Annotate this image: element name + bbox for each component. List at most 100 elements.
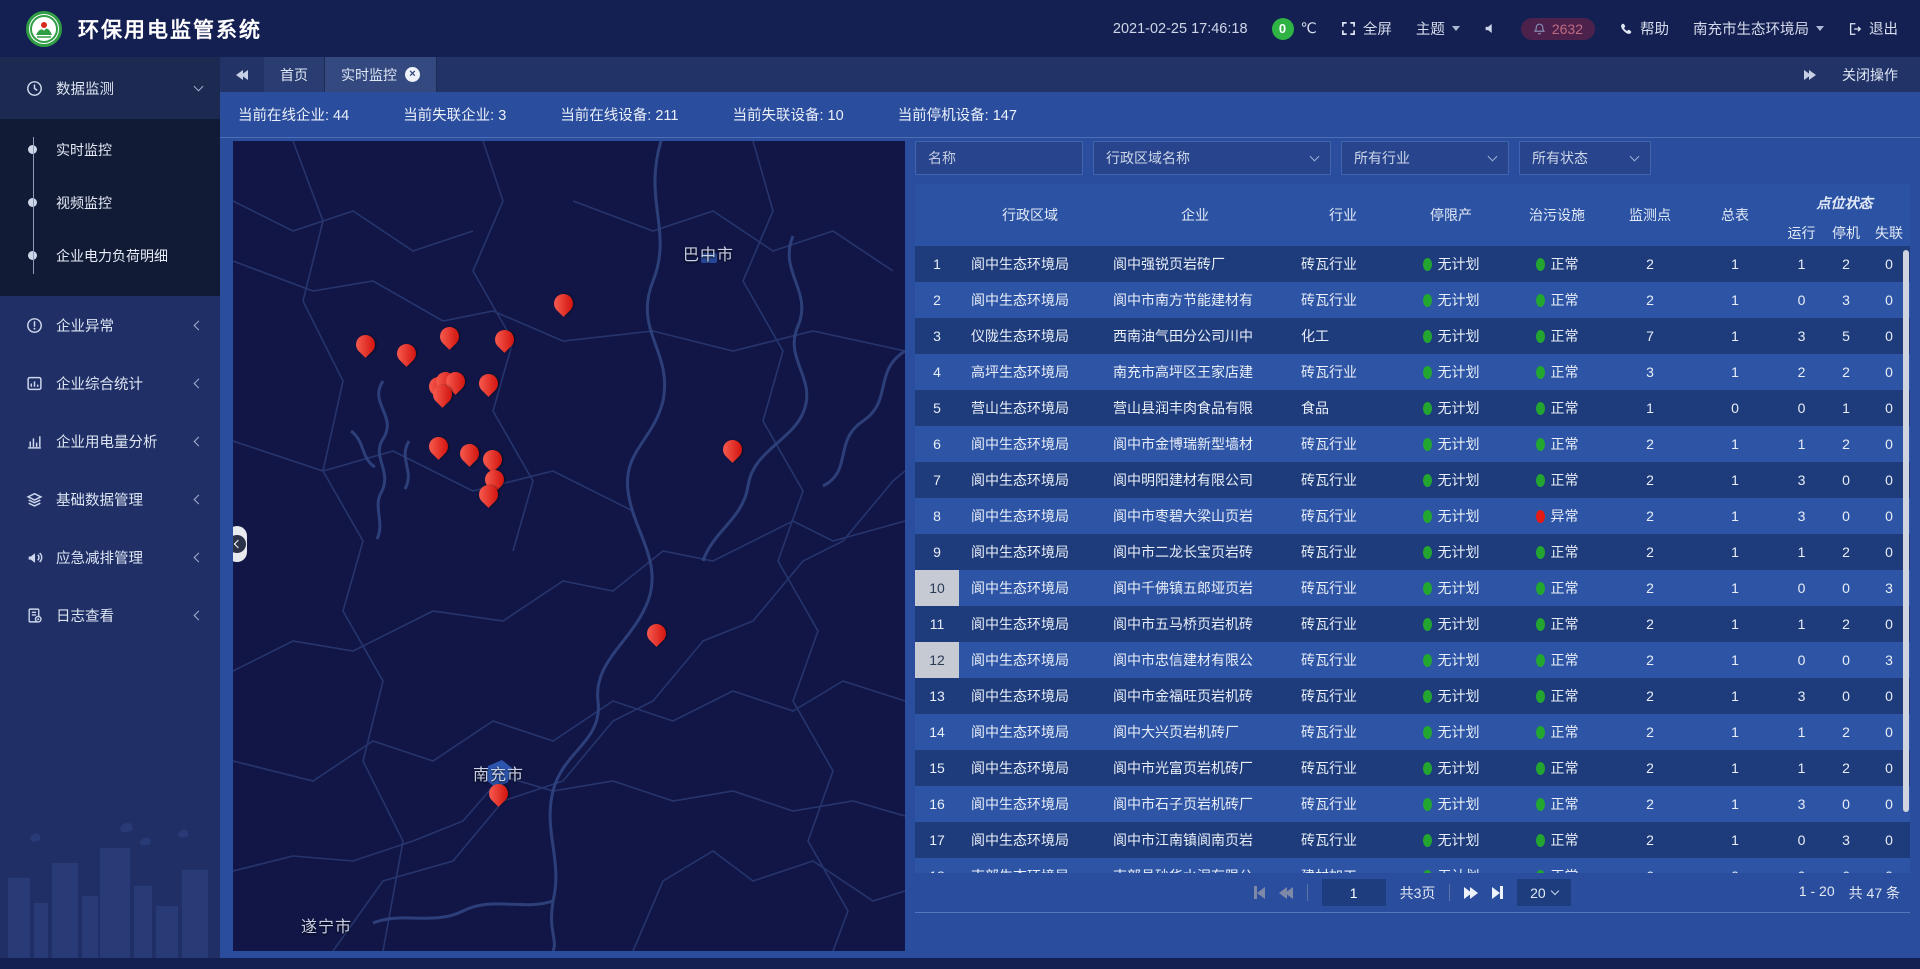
- table-row[interactable]: 1阆中生态环境局阆中强锐页岩砖厂砖瓦行业无计划正常21120: [915, 246, 1910, 282]
- mute-button[interactable]: [1484, 22, 1497, 35]
- help-button[interactable]: 帮助: [1619, 18, 1669, 39]
- status-dot-icon: [1536, 510, 1545, 523]
- logout-button[interactable]: 退出: [1848, 18, 1898, 39]
- cell-region: 阆中生态环境局: [959, 534, 1101, 570]
- region-filter-select[interactable]: 行政区域名称: [1093, 141, 1331, 175]
- double-chevron-left-icon: [241, 70, 248, 80]
- double-chevron-right-icon: [1809, 70, 1816, 80]
- tab-close-icon[interactable]: ×: [405, 67, 420, 82]
- table-row[interactable]: 16阆中生态环境局阆中市石子页岩机砖厂砖瓦行业无计划正常21300: [915, 786, 1910, 822]
- sidebar-item-stats[interactable]: 企业综合统计: [0, 354, 220, 412]
- row-index: 16: [915, 786, 959, 822]
- cell-total-meters: 0: [1691, 858, 1779, 873]
- fullscreen-button[interactable]: 全屏: [1341, 18, 1392, 39]
- cell-industry: 砖瓦行业: [1289, 498, 1397, 534]
- chevron-down-icon: [1310, 152, 1320, 162]
- previous-page-button[interactable]: [1279, 887, 1293, 899]
- page-number-input[interactable]: [1322, 879, 1386, 906]
- table-row[interactable]: 8阆中生态环境局阆中市枣碧大梁山页岩砖瓦行业无计划异常21300: [915, 498, 1910, 534]
- theme-dropdown[interactable]: 主题: [1416, 18, 1460, 39]
- gauge-icon: [26, 80, 43, 97]
- cell-region: 阆中生态环境局: [959, 750, 1101, 786]
- sidebar-item-megaphone[interactable]: 应急减排管理: [0, 528, 220, 586]
- map-panel[interactable]: 巴中市南充市遂宁市: [233, 141, 905, 951]
- status-dot-icon: [1423, 582, 1432, 595]
- last-page-button[interactable]: [1492, 886, 1503, 899]
- alert-icon: [26, 317, 43, 334]
- status-filter-select[interactable]: 所有状态: [1519, 141, 1651, 175]
- cell-total-meters: 1: [1691, 534, 1779, 570]
- table-row[interactable]: 12阆中生态环境局阆中市忠信建材有限公砖瓦行业无计划正常21003: [915, 642, 1910, 678]
- notification-counter[interactable]: 2632: [1521, 18, 1595, 40]
- tabs-scroll-right-button[interactable]: [1804, 70, 1816, 80]
- table-row[interactable]: 17阆中生态环境局阆中市江南镇阆南页岩砖瓦行业无计划正常21030: [915, 822, 1910, 858]
- org-dropdown[interactable]: 南充市生态环境局: [1693, 18, 1824, 39]
- cell-industry: 食品: [1289, 390, 1397, 426]
- cell-region: 阆中生态环境局: [959, 246, 1101, 282]
- tabs-scroll-left-button[interactable]: [220, 57, 264, 92]
- tab-home[interactable]: 首页: [264, 57, 325, 92]
- table-row[interactable]: 7阆中生态环境局阆中明阳建材有限公司砖瓦行业无计划正常21300: [915, 462, 1910, 498]
- sidebar-item-label: 企业综合统计: [56, 373, 182, 394]
- sidebar-item-log[interactable]: 日志查看: [0, 586, 220, 644]
- table-row[interactable]: 13阆中生态环境局阆中市金福旺页岩机砖砖瓦行业无计划正常21300: [915, 678, 1910, 714]
- cell-limit-status: 无计划: [1397, 642, 1505, 678]
- first-page-button[interactable]: [1254, 886, 1265, 899]
- cell-monitor-points: 1: [1609, 390, 1691, 426]
- next-page-button[interactable]: [1464, 887, 1478, 899]
- cell-monitor-points: 2: [1609, 426, 1691, 462]
- chevron-left-icon: [194, 610, 204, 620]
- table-row[interactable]: 9阆中生态环境局阆中市二龙长宝页岩砖砖瓦行业无计划正常21120: [915, 534, 1910, 570]
- name-filter-field[interactable]: [915, 141, 1083, 175]
- row-index: 8: [915, 498, 959, 534]
- chevron-down-icon: [1816, 26, 1824, 35]
- table-row[interactable]: 2阆中生态环境局阆中市南方节能建材有砖瓦行业无计划正常21030: [915, 282, 1910, 318]
- cell-total-meters: 1: [1691, 498, 1779, 534]
- panel-collapse-button[interactable]: [233, 526, 247, 562]
- table-row[interactable]: 6阆中生态环境局阆中市金博瑞新型墙材砖瓦行业无计划正常21120: [915, 426, 1910, 462]
- page-size-select[interactable]: 20: [1517, 879, 1571, 906]
- table-row[interactable]: 14阆中生态环境局阆中大兴页岩机砖厂砖瓦行业无计划正常21120: [915, 714, 1910, 750]
- sidebar-item-layers[interactable]: 基础数据管理: [0, 470, 220, 528]
- sidebar-item-gauge[interactable]: 数据监测: [0, 57, 220, 119]
- status-dot-icon: [1536, 402, 1545, 415]
- name-filter-input[interactable]: [928, 150, 1070, 166]
- industry-filter-select[interactable]: 所有行业: [1341, 141, 1509, 175]
- cell-stopped: 2: [1824, 534, 1868, 570]
- chevron-left-icon: [194, 552, 204, 562]
- table-row[interactable]: 11阆中生态环境局阆中市五马桥页岩机砖砖瓦行业无计划正常21120: [915, 606, 1910, 642]
- table-scrollbar[interactable]: [1903, 250, 1909, 812]
- cell-stopped: 2: [1824, 354, 1868, 390]
- cell-company: 阆中市五马桥页岩机砖: [1101, 606, 1289, 642]
- table-row[interactable]: 15阆中生态环境局阆中市光富页岩机砖厂砖瓦行业无计划正常21120: [915, 750, 1910, 786]
- sidebar: 数据监测实时监控视频监控企业电力负荷明细企业异常企业综合统计企业用电量分析基础数…: [0, 57, 220, 958]
- stat-item: 当前在线企业: 44: [238, 104, 349, 125]
- cell-stopped: 0: [1824, 498, 1868, 534]
- cell-stopped: 3: [1824, 822, 1868, 858]
- close-operations-button[interactable]: 关闭操作: [1842, 65, 1898, 85]
- map-roads-layer: [233, 141, 905, 951]
- status-dot-icon: [1423, 798, 1432, 811]
- table-row[interactable]: 3仪陇生态环境局西南油气田分公司川中化工无计划正常71350: [915, 318, 1910, 354]
- cell-facility-status: 正常: [1505, 786, 1609, 822]
- sidebar-item-chart[interactable]: 企业用电量分析: [0, 412, 220, 470]
- row-index: 14: [915, 714, 959, 750]
- status-dot-icon: [1536, 438, 1545, 451]
- sidebar-item-alert[interactable]: 企业异常: [0, 296, 220, 354]
- cell-facility-status: 异常: [1505, 498, 1609, 534]
- sidebar-item-label: 企业异常: [56, 315, 182, 336]
- cell-running: 2: [1779, 354, 1824, 390]
- chevron-left-icon: [194, 320, 204, 330]
- cell-total-meters: 1: [1691, 642, 1779, 678]
- table-row[interactable]: 10阆中生态环境局阆中千佛镇五郎垭页岩砖瓦行业无计划正常21003: [915, 570, 1910, 606]
- cell-region: 阆中生态环境局: [959, 714, 1101, 750]
- cell-facility-status: 正常: [1505, 390, 1609, 426]
- cell-monitor-points: 2: [1609, 462, 1691, 498]
- chevron-down-icon: [1630, 152, 1640, 162]
- cell-running: 0: [1779, 822, 1824, 858]
- table-row[interactable]: 4高坪生态环境局南充市高坪区王家店建砖瓦行业无计划正常31220: [915, 354, 1910, 390]
- tab-realtime-monitor[interactable]: 实时监控 ×: [325, 57, 437, 92]
- cell-company: 阆中强锐页岩砖厂: [1101, 246, 1289, 282]
- table-row[interactable]: 5营山生态环境局营山县润丰肉食品有限食品无计划正常10010: [915, 390, 1910, 426]
- table-row[interactable]: 18南部生态环境局南部县砂华水泥有限公建材加工无计划正常60060: [915, 858, 1910, 873]
